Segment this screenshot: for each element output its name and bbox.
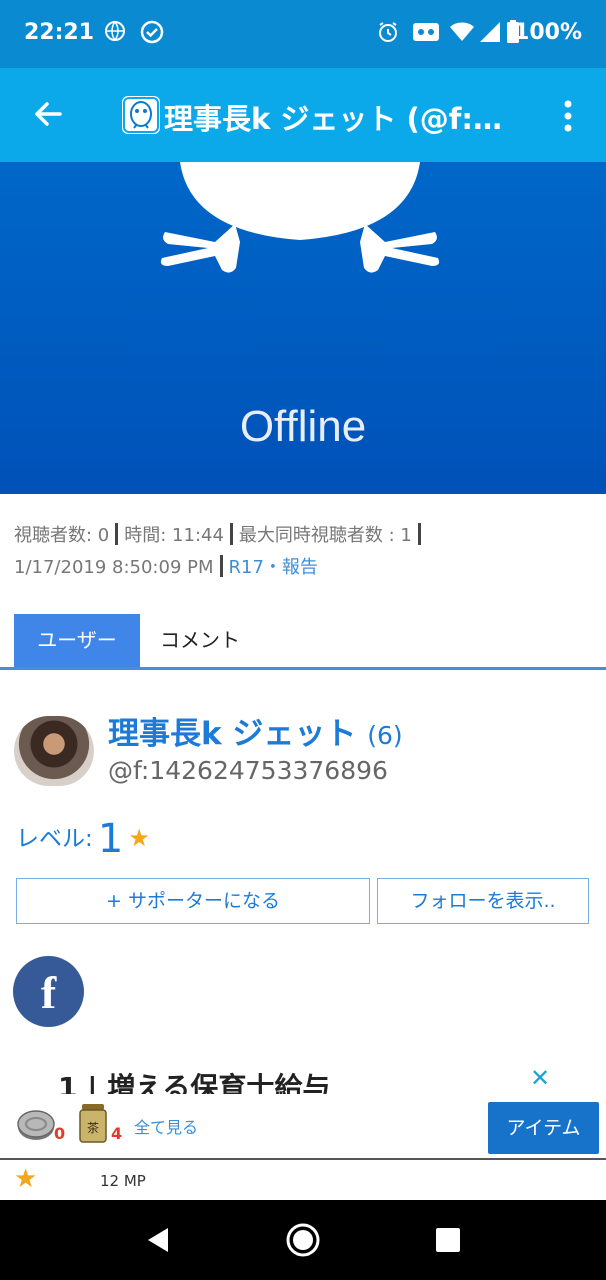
nav-home-icon[interactable]	[285, 1222, 321, 1258]
show-follow-button[interactable]: フォローを表示..	[377, 878, 589, 924]
become-supporter-button[interactable]: + サポーターになる	[16, 878, 370, 924]
coin-icon	[17, 1110, 55, 1140]
user-level: レベル: 1 ★	[16, 816, 150, 862]
app-logo-icon	[122, 96, 160, 134]
nav-back-icon[interactable]	[144, 1226, 172, 1254]
page-title: 理事長k ジェット (@f:理…	[164, 102, 524, 136]
tea-count: 4	[111, 1124, 123, 1143]
item-button[interactable]: アイテム	[488, 1102, 599, 1154]
user-name[interactable]: 理事長k ジェット (6)	[108, 708, 403, 753]
status-time: 22:21	[24, 20, 95, 45]
user-count: (6)	[367, 721, 403, 750]
nav-recents-icon[interactable]	[436, 1228, 460, 1252]
broadcast-date: 1/17/2019 8:50:09 PM	[14, 557, 214, 578]
star-icon: ★	[128, 824, 150, 852]
cast-icon	[413, 23, 439, 41]
see-all-link[interactable]: 全て見る	[134, 1114, 198, 1138]
video-player[interactable]: Offline	[0, 162, 606, 494]
alarm-icon	[379, 22, 397, 42]
coin-count: 0	[54, 1124, 66, 1143]
signal-icon	[480, 22, 500, 42]
close-icon[interactable]: ✕	[530, 1064, 550, 1092]
max-concurrent: 最大同時視聴者数 : 1	[238, 525, 412, 546]
system-nav-bar	[0, 1200, 606, 1280]
check-circle-icon	[140, 20, 164, 44]
offline-label: Offline	[239, 402, 367, 451]
tea-can-icon: 茶	[79, 1104, 107, 1143]
user-handle: @f:142624753376896	[108, 756, 388, 785]
level-label: レベル:	[16, 826, 93, 852]
tea-can-label: 茶	[87, 1120, 99, 1135]
status-bar: 22:21 100%	[0, 0, 606, 68]
item-bar: 0 茶 4 全て見る アイテム	[0, 1094, 606, 1160]
rating-report-link[interactable]: R17・報告	[229, 557, 318, 578]
tab-user[interactable]: ユーザー	[14, 614, 140, 667]
mp-value: 12 MP	[100, 1172, 146, 1190]
battery-percent: 100%	[514, 20, 582, 45]
level-value: 1	[97, 816, 124, 862]
avatar[interactable]	[14, 716, 94, 786]
tab-comment[interactable]: コメント	[160, 614, 240, 667]
tab-bar: ユーザー コメント	[0, 614, 606, 670]
viewer-count: 視聴者数: 0	[14, 525, 110, 546]
ad-banner-text[interactable]: 1 | 増える保育士給与	[58, 1066, 330, 1094]
facebook-icon[interactable]: f	[13, 956, 84, 1027]
star-icon: ★	[14, 1164, 38, 1194]
duration: 時間: 11:44	[124, 525, 224, 546]
arrow-left-icon[interactable]	[28, 94, 68, 134]
app-bar: 理事長k ジェット (@f:理…	[0, 68, 606, 162]
more-vert-icon[interactable]	[556, 98, 580, 134]
broadcast-stats: 視聴者数: 0 時間: 11:44 最大同時視聴者数 : 1 1/17/2019 8…	[14, 520, 594, 584]
vpn-globe-icon	[105, 21, 125, 41]
wifi-icon	[450, 22, 474, 41]
mp-row: ★ 12 MP	[0, 1160, 606, 1200]
user-name-text[interactable]: 理事長k ジェット	[108, 716, 356, 752]
mascot-feet-graphic	[160, 162, 440, 273]
